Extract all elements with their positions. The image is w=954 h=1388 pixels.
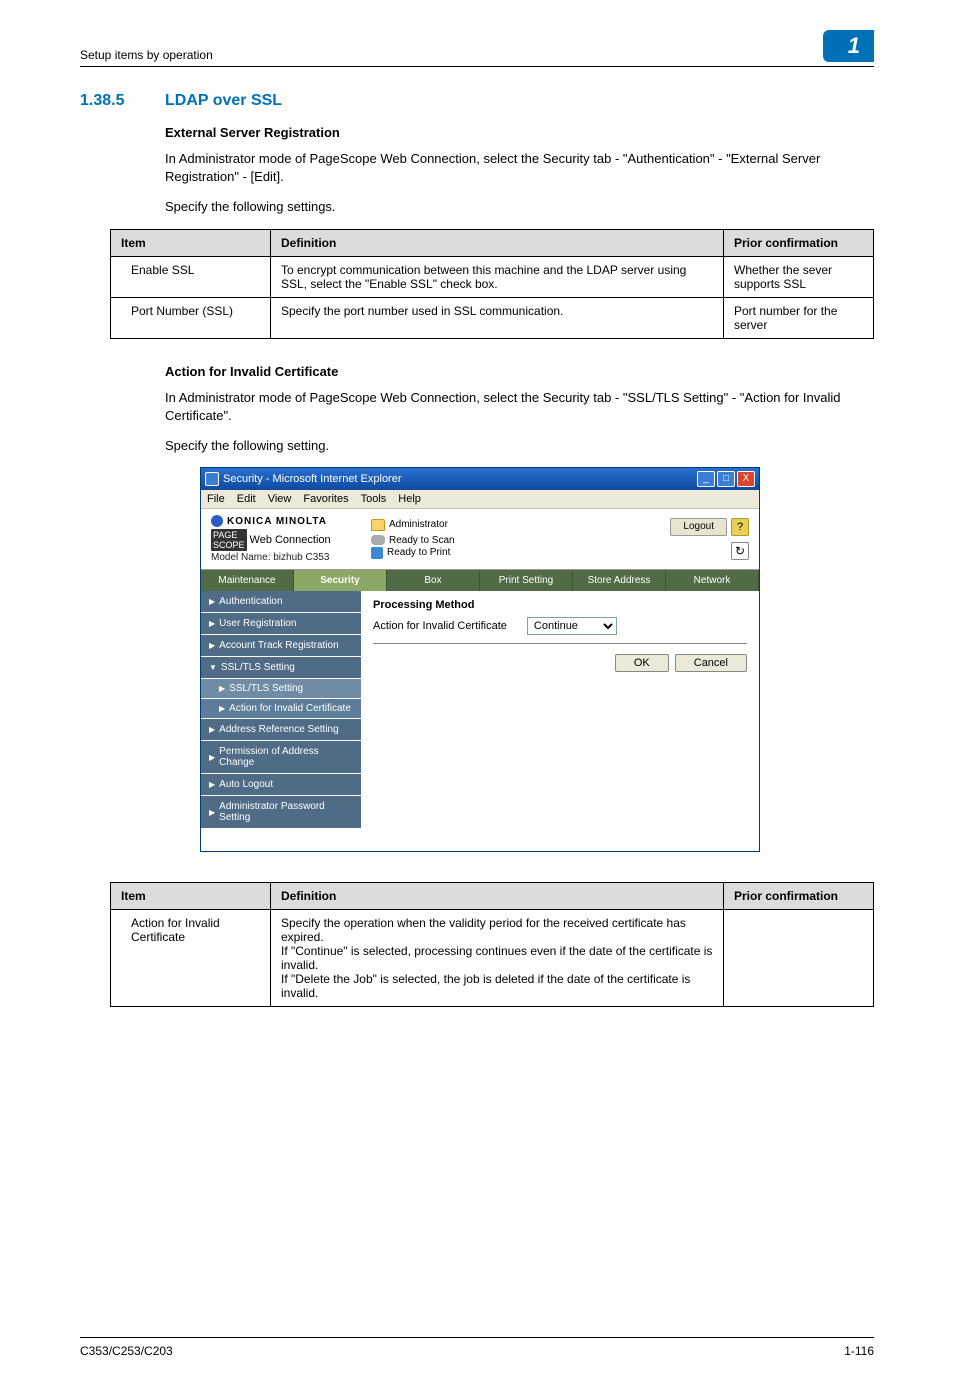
menu-favorites[interactable]: Favorites: [303, 493, 348, 505]
printer-icon: [371, 547, 383, 559]
cell-def: Specify the port number used in SSL comm…: [271, 297, 724, 338]
sidebar-item-auto-logout[interactable]: ▶Auto Logout: [201, 774, 361, 796]
admin-icon: [371, 519, 385, 531]
tab-maintenance[interactable]: Maintenance: [201, 570, 294, 591]
pagescope-icon: PAGESCOPE: [211, 529, 247, 551]
settings-table-2: Item Definition Prior confirmation Actio…: [110, 882, 874, 1007]
ie-icon: [205, 472, 219, 486]
close-button[interactable]: X: [737, 471, 755, 487]
cell-prior: Whether the sever supports SSL: [724, 256, 874, 297]
chevron-right-icon: ▶: [209, 753, 215, 762]
minimize-button[interactable]: _: [697, 471, 715, 487]
col-item: Item: [111, 229, 271, 256]
menu-file[interactable]: File: [207, 493, 225, 505]
tab-box[interactable]: Box: [387, 570, 480, 591]
sub-heading-external-server: External Server Registration: [165, 125, 874, 140]
administrator-label: Administrator: [389, 519, 448, 530]
col-definition: Definition: [271, 229, 724, 256]
cancel-button[interactable]: Cancel: [675, 654, 747, 672]
breadcrumb: Setup items by operation: [80, 48, 213, 62]
ready-print-label: Ready to Print: [387, 547, 450, 558]
body-text: In Administrator mode of PageScope Web C…: [165, 150, 874, 186]
menu-view[interactable]: View: [268, 493, 292, 505]
cell-prior: Port number for the server: [724, 297, 874, 338]
processing-method-heading: Processing Method: [373, 599, 747, 611]
cell-item: Action for Invalid Certificate: [111, 910, 271, 1007]
table-row: Action for Invalid Certificate Specify t…: [111, 910, 874, 1007]
chevron-right-icon: ▶: [209, 597, 215, 606]
sidebar-item-authentication[interactable]: ▶Authentication: [201, 591, 361, 613]
col-definition: Definition: [271, 883, 724, 910]
web-connection-label: PAGESCOPEWeb Connection: [211, 529, 371, 551]
sidebar-sub-ssl-tls[interactable]: ▶SSL/TLS Setting: [201, 679, 361, 699]
scanner-icon: [371, 535, 385, 545]
menu-help[interactable]: Help: [398, 493, 421, 505]
sidebar-item-ssl-tls[interactable]: ▼SSL/TLS Setting: [201, 657, 361, 679]
chevron-right-icon: ▶: [209, 780, 215, 789]
window-title: Security - Microsoft Internet Explorer: [223, 473, 697, 485]
section-number: 1.38.5: [80, 92, 165, 110]
cell-def: Specify the operation when the validity …: [271, 910, 724, 1007]
cell-item: Port Number (SSL): [111, 297, 271, 338]
window-titlebar[interactable]: Security - Microsoft Internet Explorer _…: [201, 468, 759, 490]
maximize-button[interactable]: □: [717, 471, 735, 487]
sidebar-item-account-track[interactable]: ▶Account Track Registration: [201, 635, 361, 657]
chapter-badge: 1: [823, 30, 874, 62]
section-title: LDAP over SSL: [165, 92, 282, 110]
chevron-right-icon: ▶: [219, 704, 225, 713]
footer-page: 1-116: [844, 1344, 874, 1358]
body-text: Specify the following settings.: [165, 198, 874, 216]
col-item: Item: [111, 883, 271, 910]
menu-bar: File Edit View Favorites Tools Help: [201, 490, 759, 509]
chevron-right-icon: ▶: [219, 684, 225, 693]
ie-window: Security - Microsoft Internet Explorer _…: [200, 467, 760, 852]
chevron-right-icon: ▶: [209, 808, 215, 817]
cell-prior: [724, 910, 874, 1007]
tab-store-address[interactable]: Store Address: [573, 570, 666, 591]
model-name: Model Name: bizhub C353: [211, 552, 371, 563]
body-text: In Administrator mode of PageScope Web C…: [165, 389, 874, 425]
footer-model: C353/C253/C203: [80, 1344, 173, 1358]
ok-button[interactable]: OK: [615, 654, 669, 672]
sidebar-item-user-registration[interactable]: ▶User Registration: [201, 613, 361, 635]
brand-mark-icon: [211, 515, 223, 527]
sidebar-sub-action-invalid[interactable]: ▶Action for Invalid Certificate: [201, 699, 361, 719]
refresh-button[interactable]: ↻: [731, 542, 749, 560]
body-text: Specify the following setting.: [165, 437, 874, 455]
table-row: Enable SSL To encrypt communication betw…: [111, 256, 874, 297]
sidebar-item-admin-password[interactable]: ▶Administrator Password Setting: [201, 796, 361, 829]
tab-network[interactable]: Network: [666, 570, 759, 591]
chevron-right-icon: ▶: [209, 641, 215, 650]
col-prior: Prior confirmation: [724, 229, 874, 256]
action-invalid-select[interactable]: Continue: [527, 617, 617, 635]
tab-print-setting[interactable]: Print Setting: [480, 570, 573, 591]
ready-scan-label: Ready to Scan: [389, 535, 455, 546]
menu-edit[interactable]: Edit: [237, 493, 256, 505]
sidebar-item-permission[interactable]: ▶Permission of Address Change: [201, 741, 361, 774]
chevron-right-icon: ▶: [209, 725, 215, 734]
chevron-down-icon: ▼: [209, 663, 217, 672]
brand-logo: KONICA MINOLTA: [211, 515, 371, 527]
settings-table-1: Item Definition Prior confirmation Enabl…: [110, 229, 874, 339]
cell-item: Enable SSL: [111, 256, 271, 297]
sub-heading-action-invalid: Action for Invalid Certificate: [165, 364, 874, 379]
cell-def: To encrypt communication between this ma…: [271, 256, 724, 297]
tab-security[interactable]: Security: [294, 570, 387, 591]
table-row: Port Number (SSL) Specify the port numbe…: [111, 297, 874, 338]
action-invalid-label: Action for Invalid Certificate: [373, 620, 507, 632]
sidebar-item-address-ref[interactable]: ▶Address Reference Setting: [201, 719, 361, 741]
menu-tools[interactable]: Tools: [361, 493, 387, 505]
logout-button[interactable]: Logout: [670, 518, 727, 536]
help-button[interactable]: ?: [731, 518, 749, 536]
col-prior: Prior confirmation: [724, 883, 874, 910]
chevron-right-icon: ▶: [209, 619, 215, 628]
